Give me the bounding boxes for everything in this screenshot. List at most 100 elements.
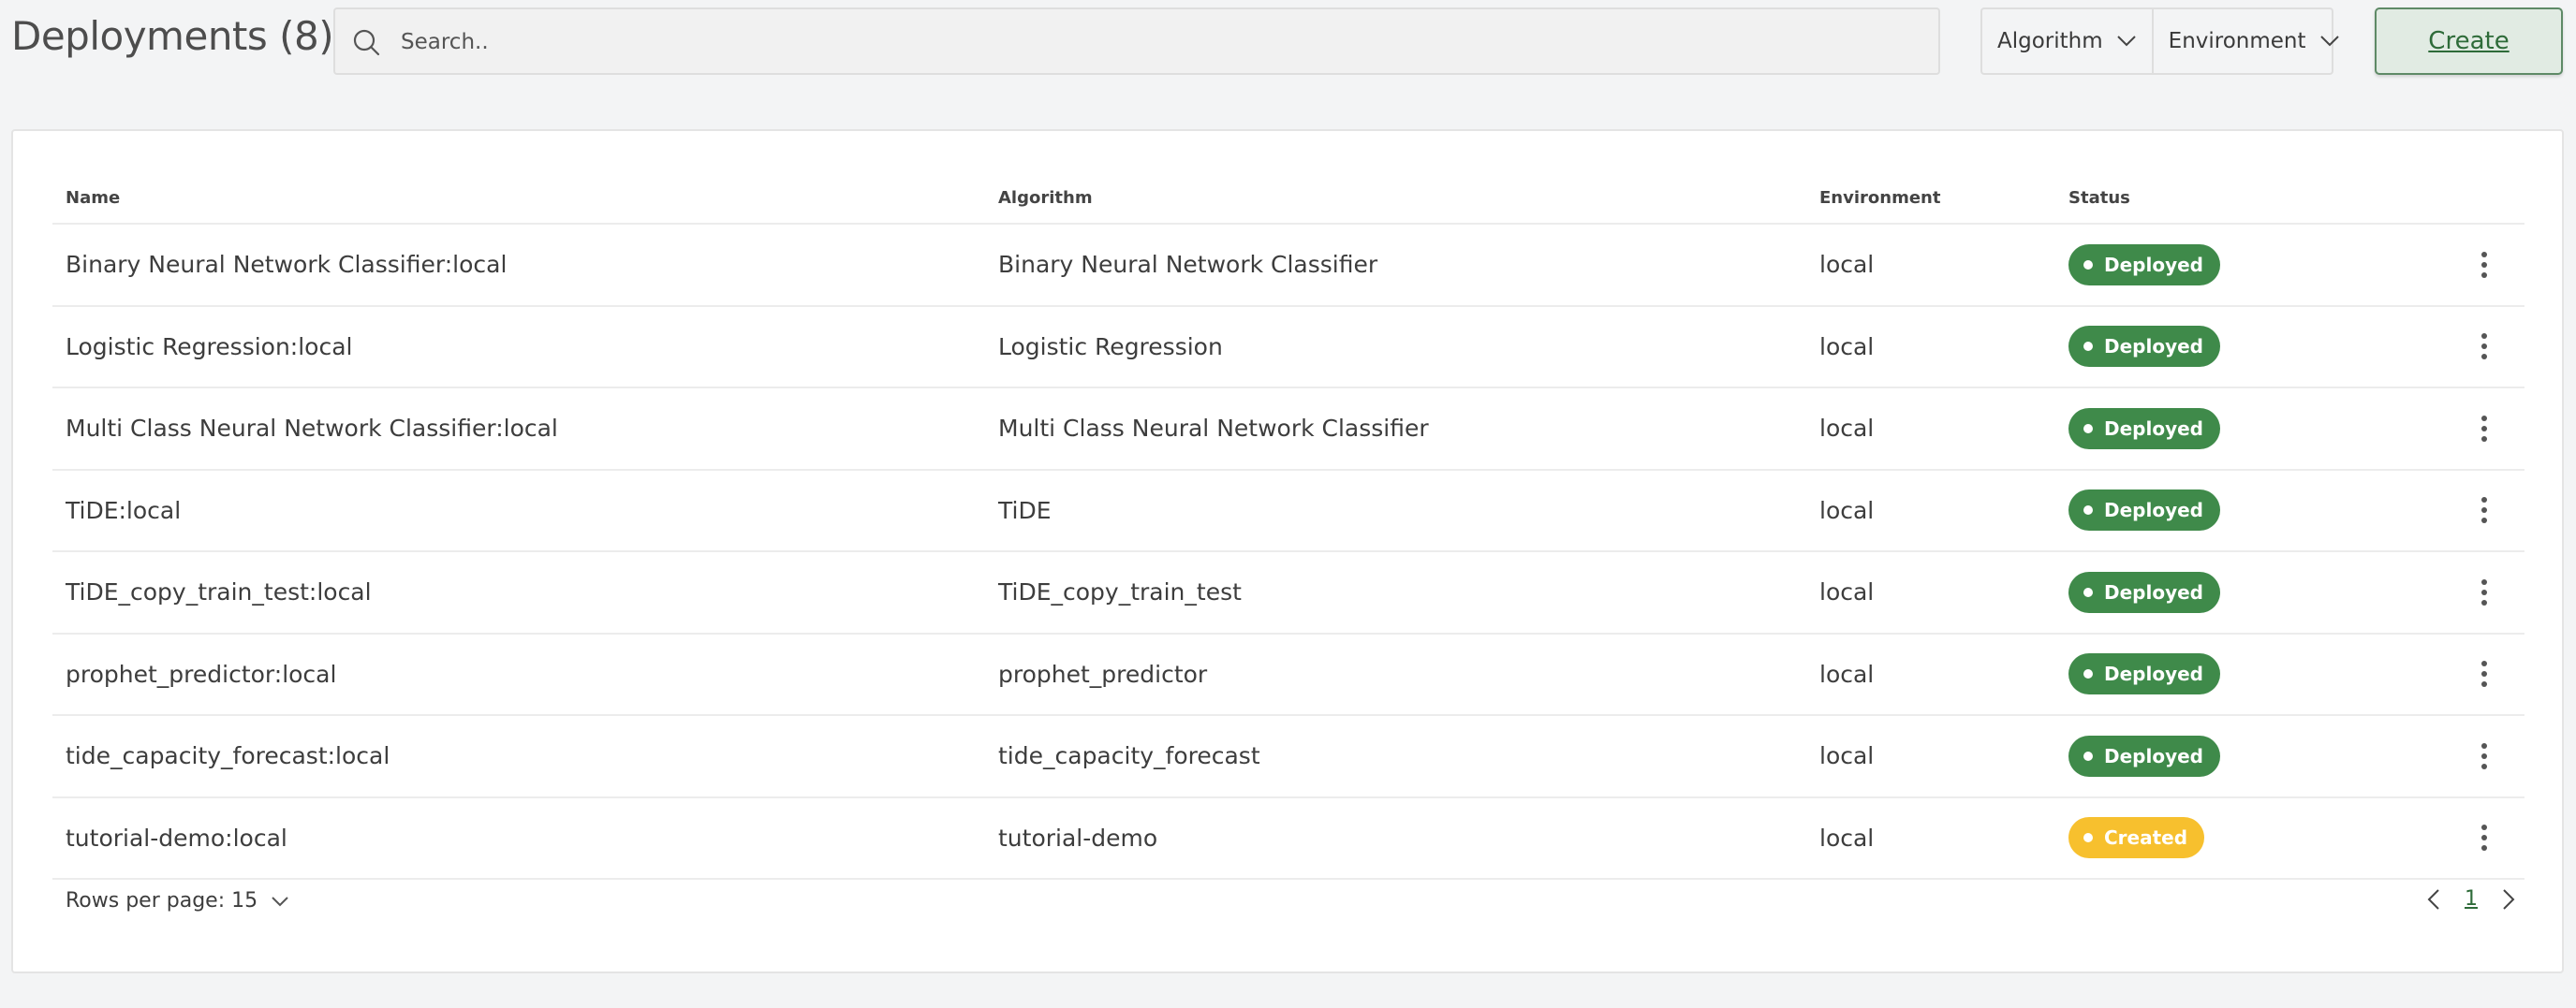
- deployment-algorithm: Multi Class Neural Network Classifier: [998, 415, 1429, 443]
- deployment-name[interactable]: tide_capacity_forecast:local: [66, 716, 390, 796]
- chevron-right-icon: [2503, 888, 2515, 910]
- deployment-name[interactable]: tutorial-demo:local: [66, 798, 287, 879]
- row-menu-button[interactable]: [2473, 225, 2495, 305]
- column-header-environment[interactable]: Environment: [1819, 168, 1940, 223]
- kebab-menu-icon: [2481, 251, 2487, 278]
- row-menu-button[interactable]: [2473, 635, 2495, 715]
- deployment-algorithm: tutorial-demo: [998, 824, 1158, 852]
- search-input[interactable]: [401, 24, 1899, 60]
- deployment-name[interactable]: Multi Class Neural Network Classifier:lo…: [66, 388, 558, 469]
- table-row[interactable]: prophet_predictor:local prophet_predicto…: [52, 635, 2524, 716]
- table-row[interactable]: Multi Class Neural Network Classifier:lo…: [52, 388, 2524, 471]
- table-footer: Rows per page: 15 1: [52, 880, 2524, 927]
- row-menu-button[interactable]: [2473, 552, 2495, 633]
- status-badge: Deployed: [2068, 653, 2220, 695]
- deployment-name[interactable]: TiDE:local: [66, 471, 181, 551]
- kebab-menu-icon: [2481, 578, 2487, 606]
- status-badge: Deployed: [2068, 407, 2220, 449]
- environment-filter-dropdown[interactable]: Environment: [2151, 9, 2355, 73]
- chevron-left-icon: [2427, 888, 2439, 910]
- kebab-menu-icon: [2481, 825, 2487, 852]
- status-text: Deployed: [2104, 744, 2203, 767]
- deployments-card: Name Algorithm Environment Status Binary…: [11, 129, 2564, 973]
- status-text: Deployed: [2104, 663, 2203, 686]
- page-number-link[interactable]: 1: [2465, 887, 2478, 911]
- row-menu-button[interactable]: [2473, 798, 2495, 879]
- deployment-name[interactable]: Binary Neural Network Classifier:local: [66, 225, 507, 305]
- status-badge: Deployed: [2068, 326, 2220, 368]
- status-badge: Deployed: [2068, 571, 2220, 613]
- column-header-name[interactable]: Name: [66, 168, 120, 223]
- previous-page-button[interactable]: [2427, 888, 2440, 911]
- chevron-down-icon: [2319, 36, 2339, 47]
- kebab-menu-icon: [2481, 333, 2487, 360]
- kebab-menu-icon: [2481, 415, 2487, 442]
- deployment-environment: local: [1819, 415, 1875, 443]
- table-row[interactable]: tutorial-demo:local tutorial-demo local …: [52, 798, 2524, 880]
- table-row[interactable]: TiDE_copy_train_test:local TiDE_copy_tra…: [52, 552, 2524, 635]
- status-text: Deployed: [2104, 335, 2203, 358]
- algorithm-filter-dropdown[interactable]: Algorithm: [1982, 9, 2152, 73]
- status-dot-icon: [2083, 505, 2093, 516]
- table-row[interactable]: TiDE:local TiDE local Deployed: [52, 471, 2524, 552]
- table-row[interactable]: Binary Neural Network Classifier:local B…: [52, 225, 2524, 307]
- page-title: Deployments (8): [11, 13, 334, 59]
- status-dot-icon: [2083, 423, 2093, 433]
- table-row[interactable]: Logistic Regression:local Logistic Regre…: [52, 307, 2524, 388]
- algorithm-filter-label: Algorithm: [1997, 29, 2103, 53]
- status-text: Deployed: [2104, 253, 2203, 276]
- status-text: Deployed: [2104, 580, 2203, 604]
- status-text: Deployed: [2104, 416, 2203, 440]
- status-text: Created: [2104, 826, 2188, 850]
- status-badge: Deployed: [2068, 489, 2220, 532]
- status-dot-icon: [2083, 342, 2093, 352]
- rows-per-page-label: Rows per page: 15: [66, 889, 258, 913]
- row-menu-button[interactable]: [2473, 471, 2495, 551]
- status-cell: Deployed: [2068, 716, 2220, 796]
- create-button[interactable]: Create: [2375, 7, 2563, 75]
- next-page-button[interactable]: [2502, 888, 2515, 911]
- chevron-down-icon: [272, 896, 288, 906]
- status-dot-icon: [2083, 587, 2093, 597]
- deployment-name[interactable]: prophet_predictor:local: [66, 635, 336, 715]
- status-cell: Deployed: [2068, 225, 2220, 305]
- deployment-algorithm: Binary Neural Network Classifier: [998, 251, 1378, 279]
- search-box[interactable]: [333, 7, 1940, 75]
- status-cell: Deployed: [2068, 635, 2220, 715]
- status-cell: Created: [2068, 798, 2205, 879]
- status-badge: Deployed: [2068, 735, 2220, 777]
- kebab-menu-icon: [2481, 497, 2487, 524]
- row-menu-button[interactable]: [2473, 716, 2495, 796]
- deployment-algorithm: tide_capacity_forecast: [998, 742, 1260, 770]
- filter-group: Algorithm Environment: [1980, 7, 2339, 75]
- status-cell: Deployed: [2068, 471, 2220, 551]
- status-badge: Deployed: [2068, 243, 2220, 285]
- column-header-algorithm[interactable]: Algorithm: [998, 168, 1093, 223]
- deployment-environment: local: [1819, 660, 1875, 688]
- deployment-environment: local: [1819, 824, 1875, 852]
- deployment-algorithm: TiDE: [998, 496, 1052, 524]
- status-cell: Deployed: [2068, 552, 2220, 633]
- row-menu-button[interactable]: [2473, 307, 2495, 387]
- search-icon: [353, 29, 380, 56]
- status-cell: Deployed: [2068, 388, 2220, 469]
- table-row[interactable]: tide_capacity_forecast:local tide_capaci…: [52, 716, 2524, 798]
- status-dot-icon: [2083, 259, 2093, 270]
- top-bar: Deployments (8) Algorithm Environment Cr…: [0, 0, 2576, 84]
- status-dot-icon: [2083, 833, 2093, 843]
- column-header-status[interactable]: Status: [2068, 168, 2130, 223]
- deployment-algorithm: TiDE_copy_train_test: [998, 578, 1242, 606]
- deployment-environment: local: [1819, 742, 1875, 770]
- pagination: 1: [2427, 887, 2515, 911]
- kebab-menu-icon: [2481, 742, 2487, 769]
- status-text: Deployed: [2104, 499, 2203, 522]
- row-menu-button[interactable]: [2473, 388, 2495, 469]
- deployment-name[interactable]: Logistic Regression:local: [66, 307, 352, 387]
- deployments-table: Name Algorithm Environment Status Binary…: [52, 168, 2524, 880]
- rows-per-page-select[interactable]: Rows per page: 15: [66, 889, 289, 913]
- status-cell: Deployed: [2068, 307, 2220, 387]
- deployment-name[interactable]: TiDE_copy_train_test:local: [66, 552, 372, 633]
- deployment-environment: local: [1819, 496, 1875, 524]
- status-dot-icon: [2083, 751, 2093, 761]
- deployment-environment: local: [1819, 578, 1875, 606]
